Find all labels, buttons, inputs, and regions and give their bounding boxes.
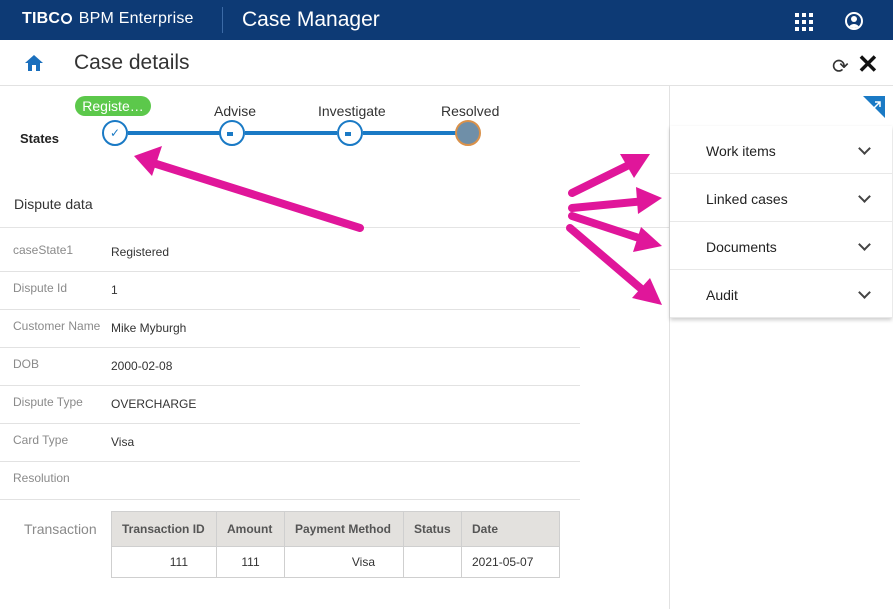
refresh-icon[interactable]: ⟳ (832, 54, 849, 79)
field-value: 1 (111, 283, 118, 297)
table-row[interactable]: 111 111 Visa 2021-05-07 (111, 546, 560, 578)
divider (0, 227, 669, 228)
field-value: Visa (111, 435, 135, 449)
top-bar: TIBC BPM Enterprise Case Manager (0, 0, 893, 40)
brand-logo: TIBC BPM Enterprise (22, 10, 194, 28)
field-value: 2000-02-08 (111, 359, 173, 373)
table-header[interactable]: Amount (216, 511, 285, 547)
table-cell: 111 (111, 546, 217, 578)
stage-label-investigate: Investigate (318, 103, 386, 119)
chevron-down-icon[interactable] (858, 238, 871, 251)
transaction-label: Transaction (24, 521, 97, 537)
stage-node-resolved[interactable] (455, 120, 481, 146)
chevron-down-icon[interactable] (858, 190, 871, 203)
accordion-linked-cases[interactable]: Linked cases (670, 174, 892, 222)
accordion-label: Audit (706, 287, 738, 303)
section-title: Dispute data (14, 196, 93, 212)
stage-label-advise: Advise (214, 103, 257, 119)
stage-registered-pill[interactable]: Registe… (75, 96, 151, 116)
table-cell: 2021-05-07 (461, 546, 560, 578)
accordion-label: Linked cases (706, 191, 788, 207)
field-label: Customer Name (13, 319, 101, 333)
brand-prefix: TIBC (22, 10, 61, 27)
field-row: Dispute Id 1 (0, 272, 580, 310)
table-header[interactable]: Transaction ID (111, 511, 217, 547)
states-label: States (20, 131, 60, 146)
brand-suffix: BPM Enterprise (74, 10, 194, 27)
field-value: OVERCHARGE (111, 397, 197, 411)
chevron-down-icon[interactable] (858, 286, 871, 299)
field-label: DOB (13, 357, 40, 371)
accordion-work-items[interactable]: Work items (670, 126, 892, 174)
page-title: Case details (74, 51, 190, 74)
field-row: Card Type Visa (0, 424, 580, 462)
field-value: Registered (111, 245, 170, 259)
table-cell: 111 (216, 546, 285, 578)
stage-node-investigate[interactable] (337, 120, 363, 146)
field-label: Dispute Id (13, 281, 68, 295)
accordion-label: Documents (706, 239, 777, 255)
field-label: Resolution (13, 471, 70, 485)
user-avatar-icon[interactable] (845, 12, 863, 30)
progress-track (128, 131, 220, 135)
table-header[interactable]: Status (403, 511, 462, 547)
chevron-down-icon[interactable] (858, 142, 871, 155)
accordion-documents[interactable]: Documents (670, 222, 892, 270)
apps-grid-icon[interactable] (795, 13, 815, 31)
field-row: Resolution (0, 462, 580, 500)
table-cell: Visa (284, 546, 404, 578)
stage-node-registered[interactable]: ✓ (102, 120, 128, 146)
field-label: Dispute Type (13, 395, 83, 409)
case-details-panel: States Registe… Advise Investigate Resol… (0, 86, 669, 609)
field-label: caseState1 (13, 243, 74, 257)
transaction-table: Transaction ID Amount Payment Method Sta… (111, 511, 560, 578)
table-header[interactable]: Payment Method (284, 511, 404, 547)
stage-node-advise[interactable] (219, 120, 245, 146)
pin-panel-icon[interactable] (863, 96, 885, 118)
header-divider (222, 7, 223, 33)
accordion-label: Work items (706, 143, 776, 159)
field-row: Dispute Type OVERCHARGE (0, 386, 580, 424)
table-header[interactable]: Date (461, 511, 560, 547)
accordion: Work items Linked cases Documents Audit (670, 126, 892, 318)
progress-track (245, 131, 337, 135)
app-title: Case Manager (242, 8, 380, 31)
close-icon[interactable]: ✕ (857, 49, 879, 80)
side-panel: Work items Linked cases Documents Audit (669, 86, 893, 609)
field-row: Customer Name Mike Myburgh (0, 310, 580, 348)
field-label: Card Type (13, 433, 69, 447)
progress-track (363, 131, 456, 135)
page-header: Case details ⟳ ✕ (0, 40, 893, 86)
logo-mark-icon (61, 13, 73, 24)
field-row: caseState1 Registered (0, 234, 580, 272)
field-row: DOB 2000-02-08 (0, 348, 580, 386)
table-header-row: Transaction ID Amount Payment Method Sta… (111, 511, 560, 547)
field-value: Mike Myburgh (111, 321, 187, 335)
table-cell (403, 546, 462, 578)
stage-label-resolved: Resolved (441, 103, 500, 119)
accordion-audit[interactable]: Audit (670, 270, 892, 318)
home-icon[interactable] (24, 54, 44, 72)
